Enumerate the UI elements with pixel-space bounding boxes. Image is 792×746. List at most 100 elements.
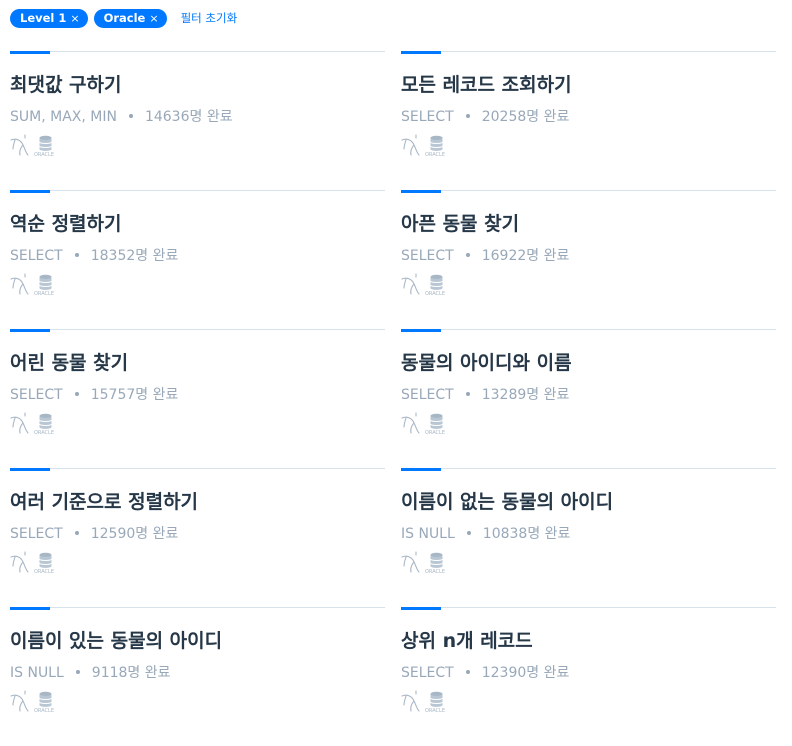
separator-dot (465, 252, 470, 257)
card-accent-bar (401, 468, 441, 471)
close-icon[interactable]: × (149, 12, 158, 25)
challenge-card[interactable]: 최댓값 구하기 SUM, MAX, MIN 14636명 완료 ORACLE (10, 51, 385, 190)
separator-dot (466, 530, 471, 535)
mysql-icon (10, 551, 29, 573)
completion-count: 12590명 완료 (90, 526, 179, 542)
card-divider (10, 468, 385, 469)
challenge-card[interactable]: 여러 기준으로 정렬하기 SELECT 12590명 완료 ORACLE (10, 468, 385, 607)
challenge-category: IS NULL (401, 526, 455, 542)
card-divider (401, 190, 776, 191)
mysql-icon (401, 551, 420, 573)
card-accent-bar (401, 51, 441, 54)
challenge-category: SELECT (401, 387, 454, 403)
card-divider (401, 329, 776, 330)
challenge-title[interactable]: 여러 기준으로 정렬하기 (10, 487, 198, 514)
completion-count: 16922명 완료 (481, 248, 570, 264)
challenge-card[interactable]: 상위 n개 레코드 SELECT 12390명 완료 ORACLE (401, 607, 776, 746)
oracle-icon: ORACLE (34, 691, 54, 714)
card-accent-bar (10, 468, 50, 471)
card-accent-bar (401, 190, 441, 193)
svg-text:ORACLE: ORACLE (34, 152, 54, 158)
close-icon[interactable]: × (70, 12, 79, 25)
oracle-icon: ORACLE (425, 135, 445, 158)
svg-text:ORACLE: ORACLE (34, 291, 54, 297)
challenge-title[interactable]: 최댓값 구하기 (10, 70, 122, 97)
oracle-icon: ORACLE (34, 274, 54, 297)
language-icons: ORACLE (401, 551, 451, 575)
mysql-icon (401, 273, 420, 295)
svg-text:ORACLE: ORACLE (425, 152, 445, 158)
language-icons: ORACLE (10, 551, 60, 575)
challenge-card[interactable]: 모든 레코드 조회하기 SELECT 20258명 완료 ORACLE (401, 51, 776, 190)
oracle-icon: ORACLE (425, 552, 445, 575)
challenge-category: SUM, MAX, MIN (10, 109, 117, 125)
language-icons: ORACLE (401, 690, 451, 714)
challenge-meta: SELECT 15757명 완료 (10, 384, 178, 404)
language-icons: ORACLE (10, 273, 60, 297)
separator-dot (128, 113, 133, 118)
challenge-title[interactable]: 이름이 있는 동물의 아이디 (10, 626, 222, 653)
mysql-icon (10, 412, 29, 434)
card-divider (401, 607, 776, 608)
card-divider (10, 329, 385, 330)
svg-text:ORACLE: ORACLE (34, 708, 54, 714)
challenge-category: SELECT (401, 248, 454, 264)
completion-count: 9118명 완료 (91, 665, 171, 681)
challenge-card[interactable]: 이름이 없는 동물의 아이디 IS NULL 10838명 완료 ORACLE (401, 468, 776, 607)
challenge-category: SELECT (401, 665, 454, 681)
language-icons: ORACLE (10, 412, 60, 436)
card-accent-bar (10, 329, 50, 332)
challenge-card[interactable]: 아픈 동물 찾기 SELECT 16922명 완료 ORACLE (401, 190, 776, 329)
challenge-card[interactable]: 동물의 아이디와 이름 SELECT 13289명 완료 ORACLE (401, 329, 776, 468)
language-icons: ORACLE (10, 690, 60, 714)
challenge-category: SELECT (10, 387, 63, 403)
challenge-title[interactable]: 상위 n개 레코드 (401, 626, 533, 653)
separator-dot (74, 252, 79, 257)
challenge-title[interactable]: 동물의 아이디와 이름 (401, 348, 572, 375)
challenge-meta: SELECT 12390명 완료 (401, 662, 569, 682)
challenge-title[interactable]: 어린 동물 찾기 (10, 348, 128, 375)
separator-dot (74, 391, 79, 396)
separator-dot (74, 530, 79, 535)
challenge-title[interactable]: 아픈 동물 찾기 (401, 209, 519, 236)
challenge-card[interactable]: 역순 정렬하기 SELECT 18352명 완료 ORACLE (10, 190, 385, 329)
challenge-title[interactable]: 역순 정렬하기 (10, 209, 122, 236)
language-icons: ORACLE (10, 134, 60, 158)
challenge-meta: SELECT 13289명 완료 (401, 384, 569, 404)
oracle-icon: ORACLE (425, 274, 445, 297)
oracle-icon: ORACLE (425, 413, 445, 436)
completion-count: 20258명 완료 (481, 109, 570, 125)
card-divider (401, 468, 776, 469)
challenge-category: SELECT (10, 526, 63, 542)
mysql-icon (10, 273, 29, 295)
mysql-icon (10, 690, 29, 712)
filter-chip-label: Level 1 (20, 11, 67, 25)
challenge-title[interactable]: 이름이 없는 동물의 아이디 (401, 487, 613, 514)
completion-count: 18352명 완료 (90, 248, 179, 264)
challenge-meta: SELECT 18352명 완료 (10, 245, 178, 265)
completion-count: 13289명 완료 (481, 387, 570, 403)
card-accent-bar (10, 607, 50, 610)
challenge-meta: SELECT 12590명 완료 (10, 523, 178, 543)
mysql-icon (10, 134, 29, 156)
challenge-meta: IS NULL 10838명 완료 (401, 523, 570, 543)
separator-dot (465, 391, 470, 396)
challenge-card[interactable]: 이름이 있는 동물의 아이디 IS NULL 9118명 완료 ORACLE (10, 607, 385, 746)
completion-count: 12390명 완료 (481, 665, 570, 681)
mysql-icon (401, 690, 420, 712)
oracle-icon: ORACLE (34, 552, 54, 575)
oracle-icon: ORACLE (34, 413, 54, 436)
completion-count: 15757명 완료 (90, 387, 179, 403)
card-accent-bar (401, 607, 441, 610)
filter-chip-language[interactable]: Oracle × (93, 8, 167, 28)
challenge-category: IS NULL (10, 665, 64, 681)
reset-filters-link[interactable]: 필터 초기화 (181, 10, 238, 26)
oracle-icon: ORACLE (425, 691, 445, 714)
challenge-card[interactable]: 어린 동물 찾기 SELECT 15757명 완료 ORACLE (10, 329, 385, 468)
language-icons: ORACLE (401, 412, 451, 436)
challenge-title[interactable]: 모든 레코드 조회하기 (401, 70, 572, 97)
challenge-meta: IS NULL 9118명 완료 (10, 662, 171, 682)
filter-chip-level[interactable]: Level 1 × (10, 8, 88, 28)
language-icons: ORACLE (401, 134, 451, 158)
challenge-meta: SELECT 20258명 완료 (401, 106, 569, 126)
